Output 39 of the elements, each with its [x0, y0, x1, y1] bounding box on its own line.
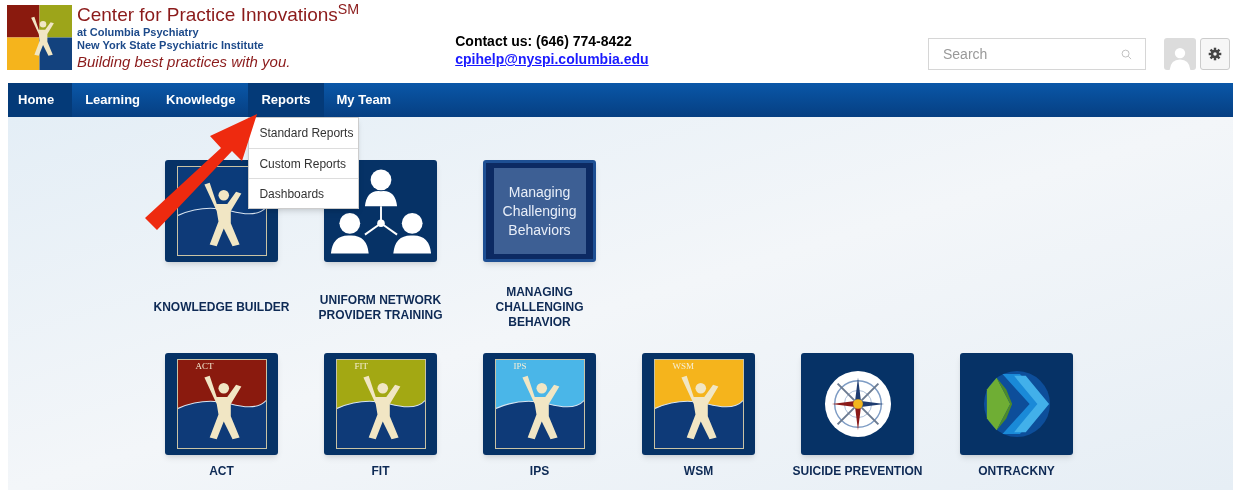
nav-tab[interactable]: My Team — [323, 83, 405, 117]
logo-caption: ACT — [195, 362, 214, 371]
organization-logo-icon — [7, 4, 72, 71]
tile-label[interactable]: IPS — [529, 463, 550, 479]
dropdown-item[interactable]: Custom Reports — [249, 148, 359, 178]
search-field[interactable]: Search — [928, 38, 1146, 70]
organization-subtitle: New York State Psychiatric Institute — [77, 39, 265, 52]
tile-label[interactable]: ACT — [209, 463, 234, 479]
tile-label[interactable]: KNOWLEDGE BUILDER — [153, 300, 290, 315]
tile-label[interactable]: MANAGING CHALLENGING BEHAVIOR — [466, 285, 613, 330]
program-tile[interactable] — [960, 353, 1073, 455]
tile-label[interactable]: ONTRACKNY — [978, 463, 1055, 479]
organization-subtitle: at Columbia Psychiatry — [77, 26, 200, 39]
tile-label[interactable]: WSM — [683, 463, 714, 479]
settings-button[interactable] — [1200, 38, 1230, 70]
chevron-circle-icon — [982, 370, 1051, 438]
tile-label[interactable]: FIT — [371, 463, 390, 479]
nav-tab[interactable]: Reports — [248, 83, 324, 117]
tile-title-panel: Managing Challenging Behaviors — [493, 168, 586, 254]
compass-icon — [823, 370, 892, 438]
nav-tab[interactable]: Knowledge — [153, 83, 249, 117]
logo-caption: IPS — [513, 362, 527, 371]
tagline: Building best practices with you. — [77, 52, 292, 71]
dropdown-item[interactable]: Dashboards — [249, 178, 359, 208]
tile-label[interactable]: SUICIDE PREVENTION — [792, 463, 923, 479]
nav-tab[interactable]: Home — [8, 83, 73, 117]
contact-phone: Contact us: (646) 774-8422 — [455, 32, 633, 50]
nav-tab[interactable]: Learning — [72, 83, 154, 117]
tile-label[interactable]: UNIFORM NETWORK PROVIDER TRAINING — [307, 292, 454, 323]
organization-title: Center for Practice Innovations$^{SM}$ — [77, 4, 360, 26]
search-icon — [1121, 49, 1132, 60]
dropdown-item[interactable]: Standard Reports — [249, 118, 359, 148]
logo-caption: WSM — [672, 362, 694, 371]
program-tile[interactable]: ACT — [165, 353, 278, 455]
program-tile[interactable] — [801, 353, 914, 455]
settings-icon — [1208, 47, 1222, 61]
email-link[interactable]: cpihelp@nyspi.columbia.edu — [455, 50, 649, 68]
program-tile[interactable]: Managing Challenging Behaviors — [483, 160, 596, 262]
logo-caption: FIT — [354, 362, 368, 371]
